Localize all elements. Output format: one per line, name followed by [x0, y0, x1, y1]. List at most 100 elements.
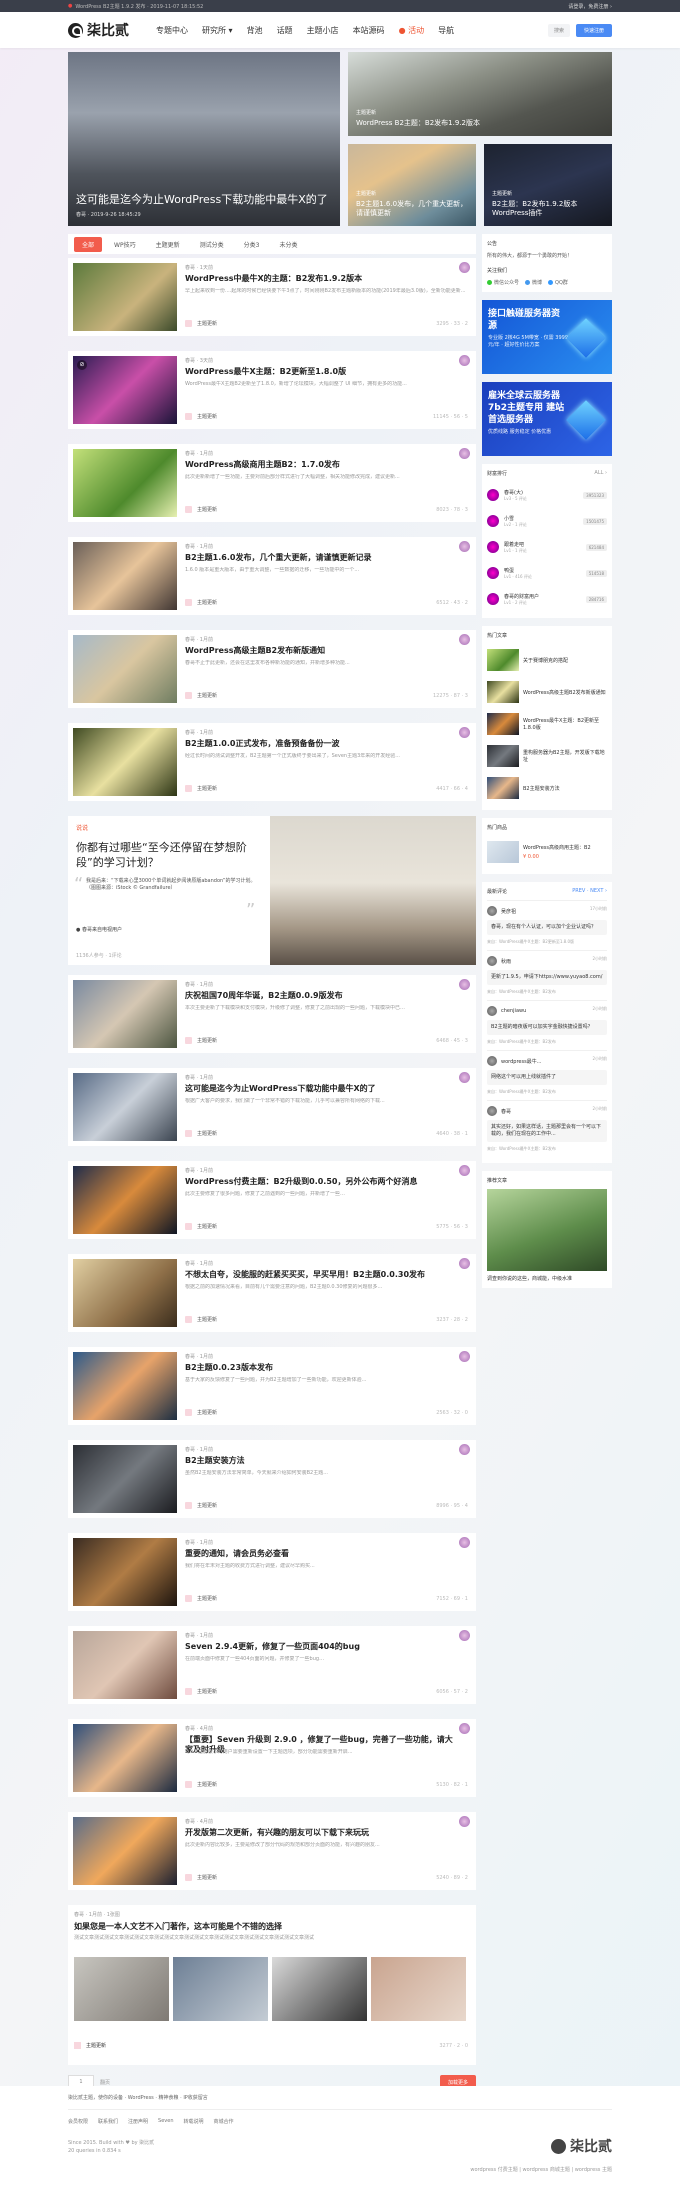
- post-card[interactable]: 春哥 · 1月前 B2主题1.6.0发布，几个重大更新，请谨慎更新记录 1.6.0 …: [68, 537, 476, 615]
- nav-item[interactable]: 话题: [277, 25, 293, 36]
- post-category[interactable]: 主题更新: [185, 506, 217, 513]
- hero-card[interactable]: 主题更新 B2主题：B2发布1.9.2版本 WordPress插件: [484, 144, 612, 226]
- author-avatar[interactable]: [459, 355, 470, 366]
- author-avatar[interactable]: [459, 634, 470, 645]
- post-thumbnail[interactable]: [73, 1445, 177, 1513]
- tab-uncategorized[interactable]: 未分类: [271, 237, 305, 252]
- post-title[interactable]: WordPress付费主题：B2升级到0.0.50，另外公布两个好消息: [185, 1177, 458, 1187]
- gallery-image[interactable]: [74, 1957, 169, 2021]
- footer-link[interactable]: 商城合作: [214, 2118, 234, 2125]
- post-category[interactable]: 主题更新: [185, 785, 217, 792]
- post-category[interactable]: 主题更新: [185, 1874, 217, 1881]
- footer-link[interactable]: 联系我们: [98, 2118, 118, 2125]
- gallery-image[interactable]: [371, 1957, 466, 2021]
- nav-item[interactable]: 研究所 ▾: [202, 25, 233, 36]
- tab-cat3[interactable]: 分类3: [236, 237, 268, 252]
- post-thumbnail[interactable]: [73, 356, 177, 424]
- tab-test[interactable]: 测试分类: [192, 237, 232, 252]
- nav-item[interactable]: ● 活动: [399, 25, 425, 36]
- post-card[interactable]: 春哥 · 1月前 WordPress高级商用主题B2：1.7.0发布 此次更新新增了…: [68, 444, 476, 522]
- tab-theme-update[interactable]: 主题更新: [148, 237, 188, 252]
- comment-item[interactable]: chenjiawu 2小时前 B2主题的暗夜版可以加实字金融快捷设置吗？ 来自：Wor…: [487, 1000, 607, 1050]
- author-avatar[interactable]: [459, 262, 470, 273]
- rank-item[interactable]: 跟着走吧 Lv1 · 1 评论 621484: [487, 534, 607, 560]
- footer-link[interactable]: 会员权限: [68, 2118, 88, 2125]
- nav-item[interactable]: 专题中心: [156, 25, 188, 36]
- post-title[interactable]: B2主题安装方法: [185, 1456, 458, 1466]
- comment-item[interactable]: 秋雨 2小时前 更新了1.9.5，申请下https://www.yuyao8.com…: [487, 950, 607, 1000]
- register-button[interactable]: 快速注册: [576, 23, 612, 37]
- post-category[interactable]: 主题更新: [185, 1502, 217, 1509]
- comment-item[interactable]: wordpress最牛... 2小时前 网络这个可以用上线就插件了 来自：WordPr…: [487, 1050, 607, 1100]
- footer-link[interactable]: 注册声明: [128, 2118, 148, 2125]
- comments-pager[interactable]: PREV · NEXT ›: [572, 888, 607, 894]
- post-card[interactable]: 春哥 · 1月前 WordPress高级主题B2发布新版通知 春哥不止于此更新，还会…: [68, 630, 476, 708]
- search-button[interactable]: 搜索: [548, 23, 570, 37]
- author-avatar[interactable]: [459, 1444, 470, 1455]
- wechat-link[interactable]: 微信公众号: [487, 279, 519, 286]
- author-avatar[interactable]: [459, 979, 470, 990]
- post-category[interactable]: 主题更新: [185, 1130, 217, 1137]
- hero-main-card[interactable]: 这可能是迄今为止WordPress下载功能中最牛X的了 春哥 · 2019-9-…: [68, 52, 340, 226]
- gallery-image[interactable]: [173, 1957, 268, 2021]
- post-title[interactable]: WordPress高级商用主题B2：1.7.0发布: [185, 460, 458, 470]
- site-logo[interactable]: 柒比贰: [68, 20, 156, 40]
- nav-item[interactable]: 主题小店: [307, 25, 339, 36]
- gallery-post[interactable]: 春哥 · 1月前 · 1张图 如果您是一本人文艺不入门著作，这本可能是个不错的选…: [68, 1905, 476, 2065]
- post-category[interactable]: 主题更新: [185, 1409, 217, 1416]
- post-category[interactable]: 主题更新: [185, 1688, 217, 1695]
- rank-item[interactable]: 春哥的财富用户 Lv1 · 2 评论 284716: [487, 586, 607, 612]
- nav-item[interactable]: 背池: [247, 25, 263, 36]
- post-category[interactable]: 主题更新: [185, 599, 217, 606]
- post-card[interactable]: 春哥 · 1月前 不想太自夸，没能服的赶紧买买买，早买早用！B2主题0.0.30发…: [68, 1254, 476, 1332]
- post-category[interactable]: 主题更新: [185, 692, 217, 699]
- ad-banner[interactable]: 接口触碰服务器资源 专业版 2核4G 5M带宽 · 仅需 3999元/年 · 超…: [482, 300, 612, 374]
- post-category[interactable]: 主题更新: [185, 320, 217, 327]
- author-avatar[interactable]: [459, 1537, 470, 1548]
- ad-banner[interactable]: 雇米全球云服务器 7b2主题专用 建站首选服务器 优质线路 服务稳定 价格优惠: [482, 382, 612, 456]
- post-card[interactable]: 春哥 · 1天前 WordPress中最牛X的主题：B2发布1.9.2版本 早上起来…: [68, 258, 476, 336]
- post-title[interactable]: 不想太自夸，没能服的赶紧买买买，早买早用！B2主题0.0.30发布: [185, 1270, 458, 1280]
- hero-card[interactable]: 主题更新 B2主题1.6.0发布，几个重大更新，请谨慎更新: [348, 144, 476, 226]
- post-title[interactable]: WordPress最牛X主题：B2更新至1.8.0版: [185, 367, 458, 377]
- hot-post-item[interactable]: B2主题安装方法: [487, 772, 607, 804]
- post-card[interactable]: ⊘ 春哥 · 3天前 WordPress最牛X主题：B2更新至1.8.0版 WordP…: [68, 351, 476, 429]
- post-thumbnail[interactable]: [73, 1166, 177, 1234]
- author-avatar[interactable]: [459, 541, 470, 552]
- footer-link[interactable]: Seven: [158, 2118, 173, 2125]
- post-card[interactable]: 春哥 · 1月前 B2主题1.0.0正式发布，准备预备备份一波 经过长时间的测试调整…: [68, 723, 476, 801]
- post-thumbnail[interactable]: [73, 263, 177, 331]
- post-title[interactable]: 庆祝祖国70周年华诞，B2主题0.0.9版发布: [185, 991, 458, 1001]
- hero-card[interactable]: 主题更新 WordPress B2主题：B2发布1.9.2版本: [348, 52, 612, 136]
- post-category[interactable]: 主题更新: [74, 2042, 106, 2049]
- author-avatar[interactable]: [459, 1258, 470, 1269]
- post-title[interactable]: 这可能是迄今为止WordPress下载功能中最牛X的了: [185, 1084, 458, 1094]
- rank-more-link[interactable]: ALL ›: [594, 470, 607, 476]
- announcement-text[interactable]: WordPress B2主题 1.9.2 发布 · 2019-11-07 18:…: [75, 3, 203, 10]
- post-title[interactable]: B2主题0.0.23版本发布: [185, 1363, 458, 1373]
- quote-card[interactable]: 说说 你都有过哪些“至今还停留在梦想阶段”的学习计划？ “ 我是后来：“下载来心…: [68, 816, 476, 965]
- hot-post-item[interactable]: WordPress最牛X主题：B2更新至1.8.0版: [487, 708, 607, 740]
- post-thumbnail[interactable]: [73, 728, 177, 796]
- post-title[interactable]: WordPress高级主题B2发布新版通知: [185, 646, 458, 656]
- author-avatar[interactable]: [459, 448, 470, 459]
- rank-item[interactable]: 小雪 Lv2 · 1 评论 1501475: [487, 508, 607, 534]
- author-avatar[interactable]: [459, 1816, 470, 1827]
- tab-wp-tips[interactable]: WP技巧: [106, 237, 144, 252]
- tab-all[interactable]: 全部: [74, 236, 103, 252]
- post-thumbnail[interactable]: [73, 1352, 177, 1420]
- shop-item[interactable]: WordPress高级商用主题：B2 ¥ 0.00: [487, 836, 607, 868]
- post-thumbnail[interactable]: [73, 1073, 177, 1141]
- hot-post-item[interactable]: 关于赛博朋克的搭配: [487, 644, 607, 676]
- author-avatar[interactable]: [459, 1723, 470, 1734]
- footer-logo[interactable]: 柒比贰: [551, 2136, 612, 2156]
- post-category[interactable]: 主题更新: [185, 1781, 217, 1788]
- post-category[interactable]: 主题更新: [185, 1595, 217, 1602]
- gallery-image[interactable]: [272, 1957, 367, 2021]
- author-avatar[interactable]: [459, 1072, 470, 1083]
- nav-item[interactable]: 导航: [438, 25, 454, 36]
- post-thumbnail[interactable]: [73, 635, 177, 703]
- author-avatar[interactable]: [459, 727, 470, 738]
- post-title[interactable]: WordPress中最牛X的主题：B2发布1.9.2版本: [185, 274, 458, 284]
- post-card[interactable]: 春哥 · 1月前 这可能是迄今为止WordPress下载功能中最牛X的了 根据广大客…: [68, 1068, 476, 1146]
